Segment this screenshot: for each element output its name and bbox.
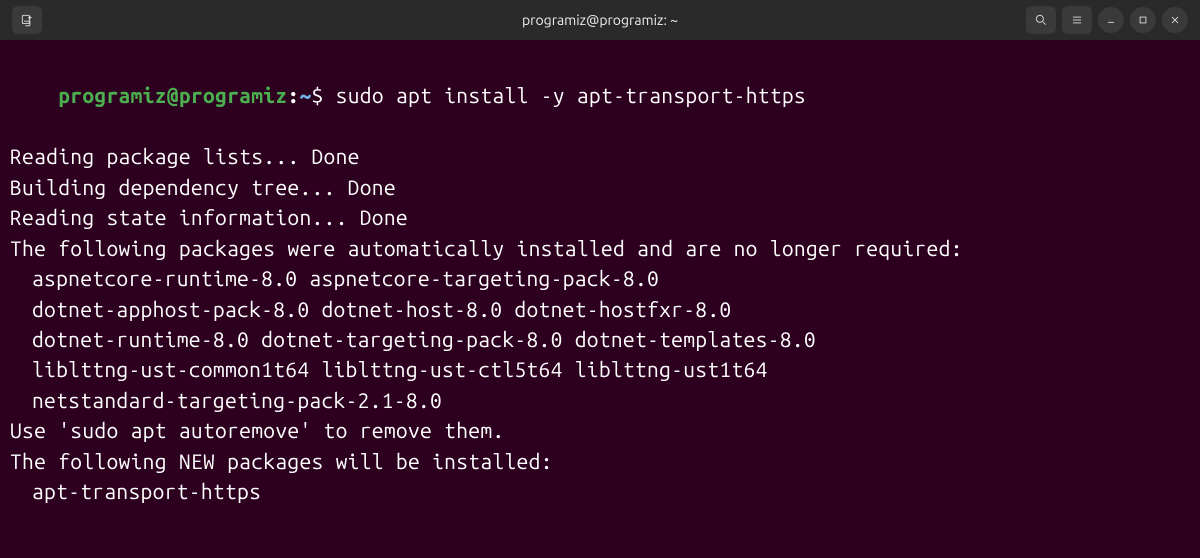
new-tab-icon [20,13,34,27]
new-tab-button[interactable] [12,6,42,34]
hamburger-icon [1070,13,1084,27]
command-text: sudo apt install -y apt-transport-https [336,83,806,107]
search-icon [1034,13,1048,27]
maximize-icon [1136,13,1150,27]
package-line: liblttng-ust-common1t64 liblttng-ust-ctl… [10,354,1190,384]
output-line: The following NEW packages will be insta… [10,446,1190,476]
maximize-button[interactable] [1130,7,1156,33]
package-line: aspnetcore-runtime-8.0 aspnetcore-target… [10,263,1190,293]
titlebar-right [1026,6,1188,34]
close-icon [1168,13,1182,27]
output-line: Reading package lists... Done [10,141,1190,171]
minimize-icon [1104,13,1118,27]
menu-button[interactable] [1062,6,1092,34]
search-button[interactable] [1026,6,1056,34]
prompt-colon: : [287,83,299,107]
output-line: Use 'sudo apt autoremove' to remove them… [10,415,1190,445]
new-package-line: apt-transport-https [10,476,1190,506]
prompt-at: @ [167,83,179,107]
minimize-button[interactable] [1098,7,1124,33]
window-titlebar: programiz@programiz: ~ [0,0,1200,40]
window-title: programiz@programiz: ~ [522,12,678,28]
package-line: netstandard-targeting-pack-2.1-8.0 [10,385,1190,415]
prompt-line: programiz@programiz:~$ sudo apt install … [10,50,1190,141]
package-line: dotnet-runtime-8.0 dotnet-targeting-pack… [10,324,1190,354]
output-line: Building dependency tree... Done [10,172,1190,202]
close-button[interactable] [1162,7,1188,33]
titlebar-left [12,6,42,34]
prompt-user: programiz [58,83,167,107]
terminal-body[interactable]: programiz@programiz:~$ sudo apt install … [0,40,1200,517]
prompt-path: ~ [299,83,311,107]
prompt-host: programiz [179,83,288,107]
output-line: The following packages were automaticall… [10,233,1190,263]
prompt-dollar: $ [312,83,324,107]
package-line: dotnet-apphost-pack-8.0 dotnet-host-8.0 … [10,294,1190,324]
output-line: Reading state information... Done [10,202,1190,232]
